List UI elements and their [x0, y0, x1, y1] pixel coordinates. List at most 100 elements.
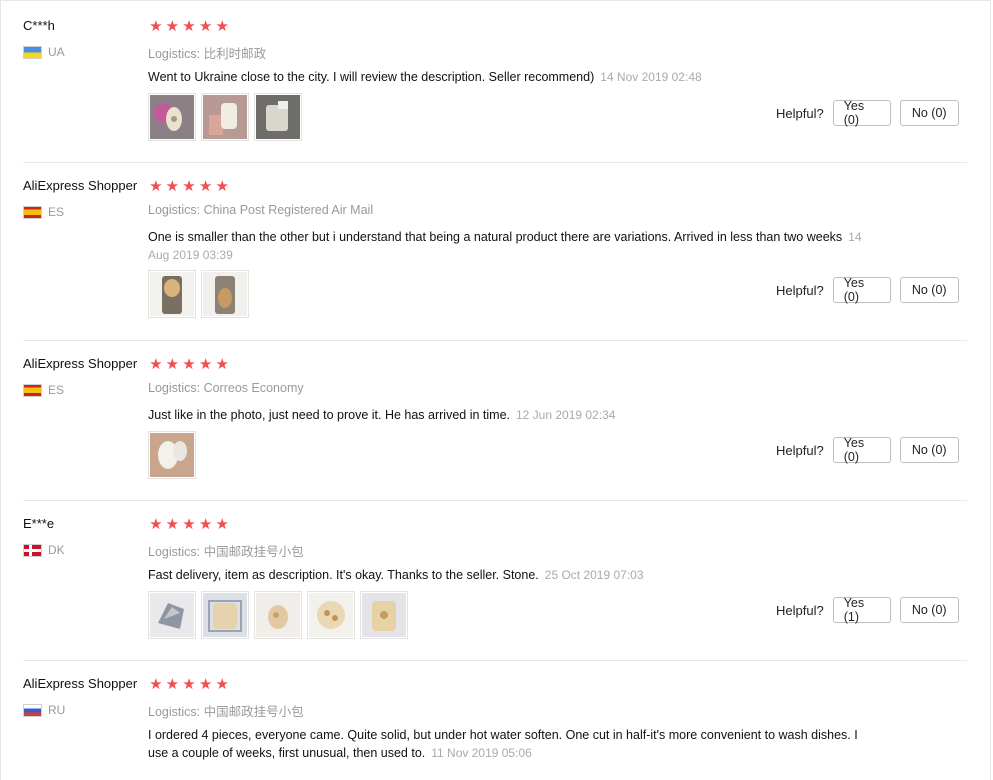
star-icon: ★: [149, 516, 163, 533]
logistics-info: Logistics: China Post Registered Air Mai…: [148, 203, 374, 217]
es-flag-icon: [23, 205, 42, 219]
logistics-info: Logistics: Correos Economy: [148, 381, 304, 395]
star-rating: ★ ★ ★ ★ ★: [148, 357, 230, 373]
photo-image: [203, 272, 247, 316]
review-text-block: I ordered 4 pieces, everyone came. Quite…: [148, 726, 868, 762]
star-icon: ★: [165, 676, 180, 693]
review-photo-thumbnail[interactable]: [148, 270, 196, 318]
star-icon: ★: [198, 516, 213, 533]
star-icon: ★: [198, 18, 213, 35]
reviewer-name: AliExpress Shopper: [23, 356, 138, 371]
review-photos: [148, 591, 408, 639]
helpful-no-button[interactable]: No (0): [899, 437, 959, 463]
helpful-label: Helpful?: [776, 602, 824, 618]
review-text: Just like in the photo, just need to pro…: [148, 408, 510, 422]
helpful-no-button[interactable]: No (0): [899, 100, 959, 126]
photo-image: [362, 593, 406, 637]
helpful-label: Helpful?: [776, 442, 824, 458]
reviewer-country: ES: [23, 383, 64, 397]
star-icon: ★: [165, 356, 180, 373]
review-photos: [148, 431, 196, 479]
star-rating: ★ ★ ★ ★ ★: [148, 517, 230, 533]
review-photo-thumbnail[interactable]: [307, 591, 355, 639]
star-icon: ★: [215, 356, 229, 373]
photo-image: [256, 593, 300, 637]
logistics-info: Logistics: 中国邮政挂号小包: [148, 705, 304, 719]
reviewer-country: RU: [23, 703, 65, 717]
star-icon: ★: [182, 676, 196, 693]
review-item: C***h UA ★ ★ ★ ★ ★ Logistics: 比利时邮政 Went to …: [0, 3, 993, 163]
logistics-info: Logistics: 中国邮政挂号小包: [148, 545, 304, 559]
star-icon: ★: [149, 676, 163, 693]
star-icon: ★: [182, 516, 196, 533]
star-rating: ★ ★ ★ ★ ★: [148, 19, 230, 35]
star-icon: ★: [215, 18, 229, 35]
helpful-vote: Helpful? Yes (1) No (0): [776, 596, 959, 624]
reviewer-country: UA: [23, 45, 65, 59]
country-code: ES: [48, 383, 65, 397]
helpful-label: Helpful?: [776, 282, 824, 298]
star-icon: ★: [149, 178, 163, 195]
helpful-yes-button[interactable]: Yes (0): [832, 436, 891, 464]
review-photo-thumbnail[interactable]: [201, 591, 249, 639]
star-icon: ★: [165, 178, 180, 195]
review-date: 11 Nov 2019 05:06: [431, 746, 532, 760]
country-code: UA: [48, 45, 65, 59]
star-rating: ★ ★ ★ ★ ★: [148, 677, 230, 693]
helpful-no-button[interactable]: No (0): [899, 277, 959, 303]
reviewer-country: DK: [23, 543, 65, 557]
helpful-yes-button[interactable]: Yes (0): [832, 276, 891, 304]
review-item: E***e DK ★ ★ ★ ★ ★ Logistics: 中国邮政挂号小包 Fast …: [0, 501, 993, 661]
photo-image: [150, 272, 194, 316]
review-photo-thumbnail[interactable]: [254, 591, 302, 639]
review-text-block: Just like in the photo, just need to pro…: [148, 406, 868, 424]
photo-image: [150, 593, 194, 637]
helpful-no-button[interactable]: No (0): [899, 597, 959, 623]
review-photo-thumbnail[interactable]: [201, 93, 249, 141]
helpful-yes-button[interactable]: Yes (1): [832, 596, 891, 624]
review-photo-thumbnail[interactable]: [360, 591, 408, 639]
helpful-yes-button[interactable]: Yes (0): [832, 99, 891, 127]
star-icon: ★: [215, 516, 229, 533]
helpful-vote: Helpful? Yes (0) No (0): [776, 99, 959, 127]
photo-image: [256, 95, 300, 139]
helpful-label: Helpful?: [776, 105, 824, 121]
review-text-block: Went to Ukraine close to the city. I wil…: [148, 68, 868, 86]
review-item: AliExpress Shopper RU ★ ★ ★ ★ ★ Logistics: 中…: [0, 661, 993, 766]
dk-flag-icon: [23, 543, 42, 557]
star-icon: ★: [215, 178, 229, 195]
photo-image: [309, 593, 353, 637]
star-icon: ★: [165, 18, 180, 35]
review-photos: [148, 93, 302, 141]
review-photo-thumbnail[interactable]: [148, 93, 196, 141]
ua-flag-icon: [23, 45, 42, 59]
star-rating: ★ ★ ★ ★ ★: [148, 179, 230, 195]
review-photo-thumbnail[interactable]: [201, 270, 249, 318]
star-icon: ★: [182, 356, 196, 373]
reviewer-name: C***h: [23, 18, 55, 33]
review-photo-thumbnail[interactable]: [148, 591, 196, 639]
helpful-vote: Helpful? Yes (0) No (0): [776, 436, 959, 464]
review-text: Fast delivery, item as description. It's…: [148, 568, 539, 582]
review-date: 12 Jun 2019 02:34: [516, 408, 616, 422]
star-icon: ★: [182, 178, 196, 195]
photo-image: [150, 433, 194, 477]
star-icon: ★: [149, 18, 163, 35]
photo-image: [150, 95, 194, 139]
review-text-block: One is smaller than the other but i unde…: [148, 228, 868, 264]
star-icon: ★: [198, 356, 213, 373]
star-icon: ★: [198, 676, 213, 693]
helpful-vote: Helpful? Yes (0) No (0): [776, 276, 959, 304]
logistics-info: Logistics: 比利时邮政: [148, 47, 267, 61]
review-photo-thumbnail[interactable]: [148, 431, 196, 479]
country-code: RU: [48, 703, 66, 717]
country-code: ES: [48, 205, 65, 219]
country-code: DK: [48, 543, 65, 557]
reviewer-name: AliExpress Shopper: [23, 178, 138, 193]
reviewer-country: ES: [23, 205, 64, 219]
review-date: 25 Oct 2019 07:03: [544, 568, 644, 582]
reviewer-name: E***e: [23, 516, 55, 531]
star-icon: ★: [215, 676, 229, 693]
review-photo-thumbnail[interactable]: [254, 93, 302, 141]
star-icon: ★: [182, 18, 196, 35]
